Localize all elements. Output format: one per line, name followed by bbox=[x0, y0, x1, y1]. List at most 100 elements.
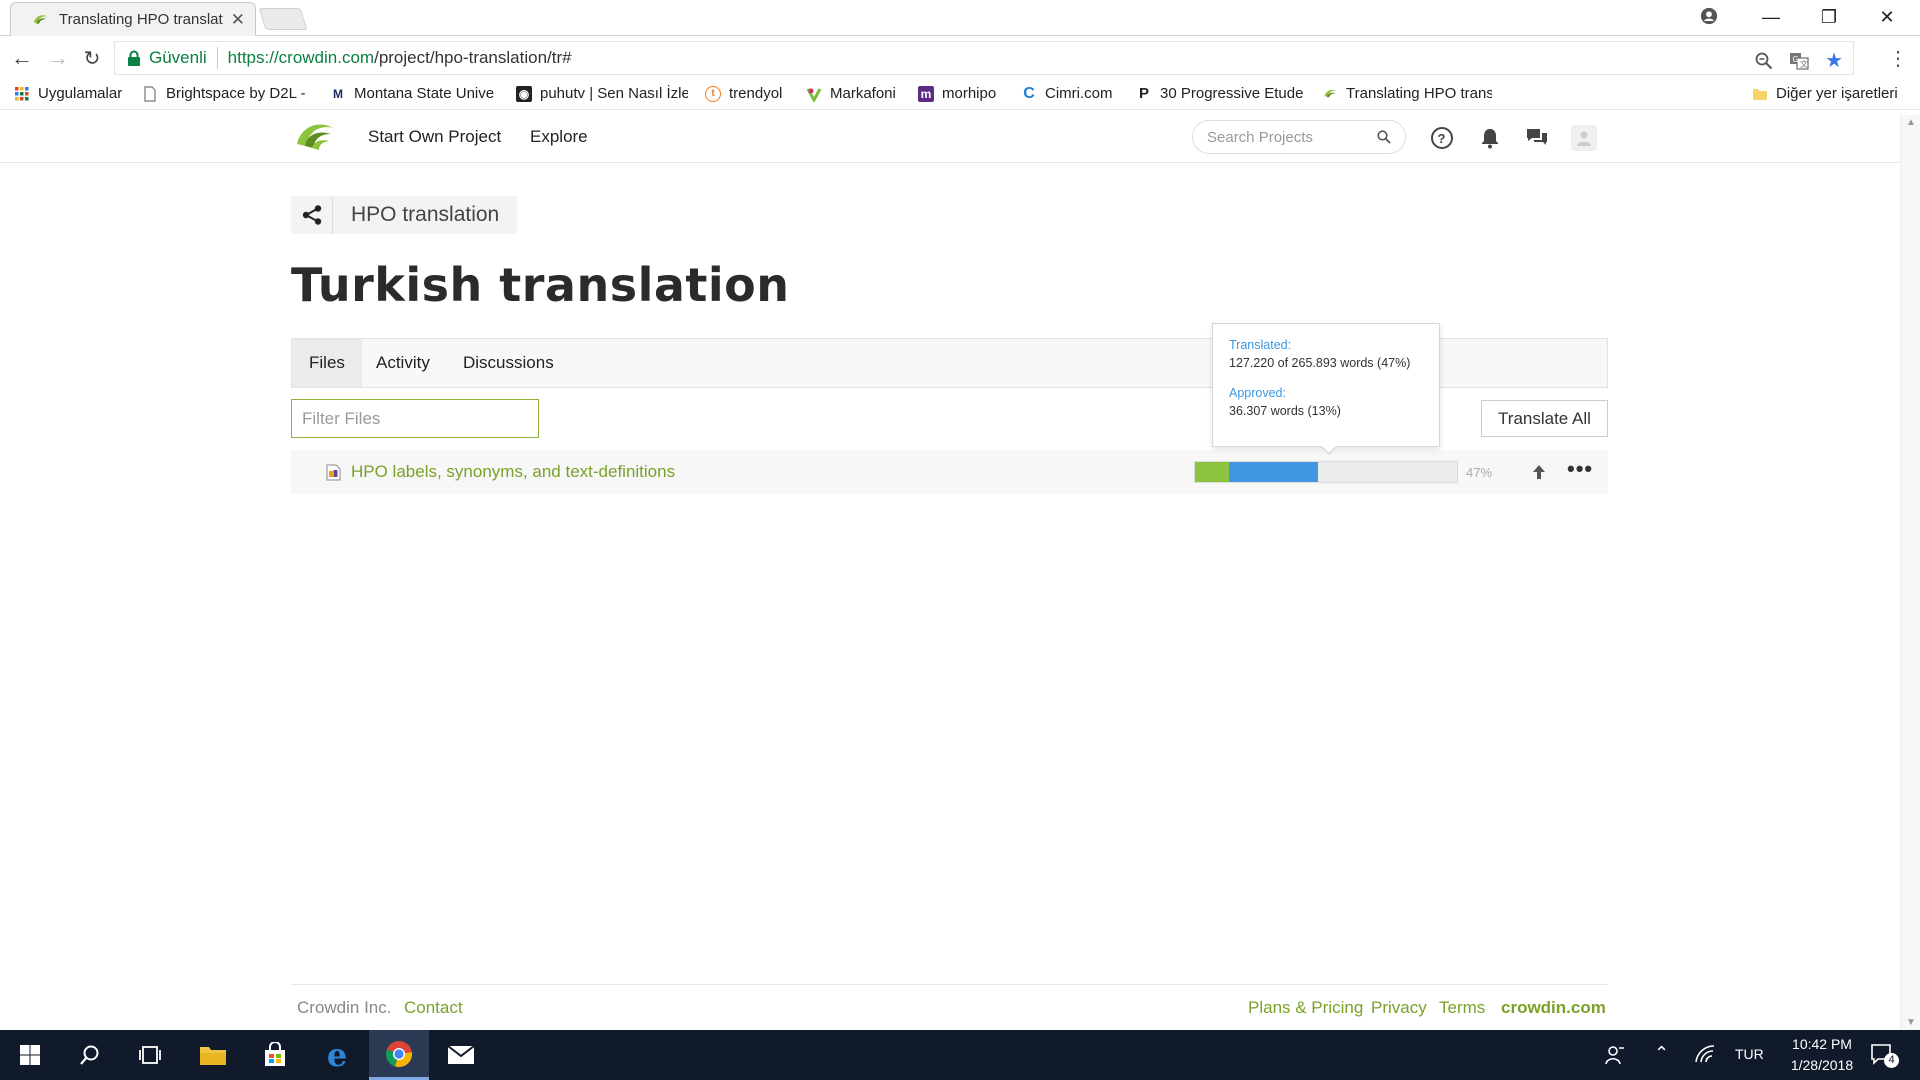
scroll-down-icon[interactable]: ▼ bbox=[1906, 1017, 1916, 1028]
bookmark-montana-state[interactable]: M Montana State Unive bbox=[330, 85, 500, 102]
start-own-project-link[interactable]: Start Own Project bbox=[368, 127, 501, 147]
bookmark-label: Translating HPO trans bbox=[1346, 85, 1492, 102]
breadcrumb-project-link[interactable]: HPO translation bbox=[333, 203, 517, 227]
tab-files[interactable]: Files bbox=[292, 339, 362, 387]
browser-toolbar: ← → ↻ Güvenli https://crowdin.com /proje… bbox=[0, 36, 1920, 80]
search-projects-box bbox=[1192, 120, 1406, 154]
bookmark-brightspace[interactable]: Brightspace by D2L - bbox=[142, 85, 307, 102]
messages-icon[interactable] bbox=[1524, 125, 1550, 151]
profile-icon[interactable] bbox=[1700, 7, 1718, 25]
help-icon[interactable]: ? bbox=[1429, 125, 1455, 151]
bookmark-cimri[interactable]: C Cimri.com bbox=[1021, 85, 1112, 102]
bookmark-apps[interactable]: Uygulamalar bbox=[14, 85, 122, 102]
browser-menu-icon[interactable]: ⋮ bbox=[1888, 46, 1908, 71]
page-scrollbar[interactable]: ▲ ▼ bbox=[1900, 115, 1920, 1030]
bookmark-other-folder[interactable]: Diğer yer işaretleri bbox=[1752, 85, 1898, 102]
action-center-icon[interactable]: 4 bbox=[1870, 1043, 1899, 1072]
zoom-icon[interactable] bbox=[1755, 52, 1773, 70]
new-tab-button[interactable] bbox=[258, 8, 308, 30]
tooltip-translated-value: 127.220 of 265.893 words (47%) bbox=[1229, 356, 1411, 370]
markafoni-icon bbox=[806, 87, 822, 102]
footer-brand-link[interactable]: crowdin.com bbox=[1501, 998, 1606, 1018]
back-icon[interactable]: ← bbox=[8, 44, 36, 72]
footer-contact-link[interactable]: Contact bbox=[404, 998, 463, 1018]
search-projects-input[interactable] bbox=[1207, 128, 1377, 146]
bookmark-markafoni[interactable]: Markafoni bbox=[806, 85, 896, 102]
translate-all-button[interactable]: Translate All bbox=[1481, 400, 1608, 437]
file-type-icon bbox=[326, 464, 341, 481]
forward-icon[interactable]: → bbox=[44, 44, 72, 72]
progressive-etude-icon: P bbox=[1138, 85, 1149, 102]
mail-icon[interactable] bbox=[431, 1030, 491, 1080]
clock-time[interactable]: 10:42 PM bbox=[1782, 1036, 1862, 1052]
bookmark-label: Diğer yer işaretleri bbox=[1776, 85, 1898, 102]
tooltip-arrow-inner bbox=[1321, 445, 1337, 453]
minimize-button[interactable]: — bbox=[1742, 0, 1800, 34]
chrome-taskbar-icon[interactable] bbox=[369, 1030, 429, 1080]
page-icon bbox=[144, 85, 156, 102]
address-bar[interactable]: Güvenli https://crowdin.com /project/hpo… bbox=[114, 41, 1854, 75]
browser-tab[interactable]: Translating HPO translati ✕ bbox=[10, 2, 256, 36]
translation-progress-bar[interactable] bbox=[1194, 461, 1458, 483]
footer-terms-link[interactable]: Terms bbox=[1439, 998, 1485, 1018]
share-icon[interactable] bbox=[291, 196, 333, 234]
microsoft-store-icon[interactable] bbox=[245, 1030, 305, 1080]
crowdin-header: Start Own Project Explore ? bbox=[0, 115, 1900, 163]
edge-browser-icon[interactable]: e bbox=[307, 1030, 367, 1080]
tooltip-approved-label: Approved: bbox=[1229, 386, 1286, 400]
close-tab-icon[interactable]: ✕ bbox=[231, 10, 245, 30]
bookmark-star-icon[interactable]: ★ bbox=[1825, 48, 1843, 73]
tab-activity[interactable]: Activity bbox=[359, 339, 447, 387]
secure-label: Güvenli bbox=[149, 48, 207, 67]
cimri-icon: C bbox=[1023, 85, 1035, 102]
taskbar-search-icon[interactable] bbox=[60, 1030, 120, 1080]
reload-icon[interactable]: ↻ bbox=[78, 44, 106, 72]
explore-link[interactable]: Explore bbox=[530, 127, 588, 147]
bookmark-trendyol[interactable]: t trendyol bbox=[705, 85, 782, 102]
trendyol-icon: t bbox=[705, 85, 721, 102]
browser-tab-title: Translating HPO translati bbox=[59, 11, 223, 28]
footer-plans-link[interactable]: Plans & Pricing bbox=[1248, 998, 1363, 1018]
scroll-up-icon[interactable]: ▲ bbox=[1906, 117, 1916, 128]
file-explorer-icon[interactable] bbox=[183, 1030, 243, 1080]
folder-icon bbox=[1753, 88, 1767, 100]
omnibox-divider bbox=[216, 47, 218, 69]
footer-privacy-link[interactable]: Privacy bbox=[1371, 998, 1427, 1018]
bookmark-puhutv[interactable]: ◉ puhutv | Sen Nasıl İzle bbox=[516, 85, 688, 102]
show-hidden-icons-chevron-icon[interactable]: ⌃ bbox=[1654, 1043, 1669, 1064]
task-view-icon[interactable] bbox=[120, 1030, 180, 1080]
bookmark-morhipo[interactable]: m morhipo bbox=[918, 85, 996, 102]
user-avatar-icon[interactable] bbox=[1571, 125, 1597, 151]
filter-files-input[interactable] bbox=[291, 399, 539, 438]
tab-discussions[interactable]: Discussions bbox=[446, 339, 571, 387]
url-path: /project/hpo-translation/tr# bbox=[374, 48, 572, 67]
file-row: HPO labels, synonyms, and text-definitio… bbox=[291, 450, 1608, 494]
breadcrumb: HPO translation bbox=[291, 196, 518, 234]
wifi-icon[interactable] bbox=[1694, 1044, 1716, 1069]
close-window-button[interactable]: ✕ bbox=[1858, 0, 1916, 34]
footer-company: Crowdin Inc. bbox=[297, 998, 392, 1017]
upload-arrow-icon[interactable] bbox=[1529, 462, 1549, 482]
bookmark-translating-hpo[interactable]: Translating HPO trans bbox=[1322, 85, 1492, 102]
svg-text:?: ? bbox=[1438, 131, 1446, 146]
search-icon[interactable] bbox=[1377, 130, 1391, 144]
translated-progress-fill bbox=[1229, 462, 1319, 482]
tooltip-translated-label: Translated: bbox=[1229, 338, 1292, 352]
crowdin-logo-icon[interactable] bbox=[293, 118, 337, 156]
tooltip-approved-value: 36.307 words (13%) bbox=[1229, 404, 1341, 418]
progress-tooltip: Translated: 127.220 of 265.893 words (47… bbox=[1212, 323, 1440, 447]
more-options-icon[interactable]: ••• bbox=[1567, 456, 1593, 482]
montana-state-icon: M bbox=[333, 86, 343, 101]
translate-page-icon[interactable]: G 文 bbox=[1789, 52, 1809, 70]
bookmark-progressive-etude[interactable]: P 30 Progressive Etude bbox=[1136, 85, 1304, 102]
clock-date[interactable]: 1/28/2018 bbox=[1782, 1057, 1862, 1073]
input-language[interactable]: TUR bbox=[1735, 1046, 1764, 1062]
bookmark-label: Montana State Unive bbox=[354, 85, 495, 102]
people-icon[interactable] bbox=[1604, 1044, 1626, 1071]
notifications-bell-icon[interactable] bbox=[1477, 125, 1503, 151]
file-name-link[interactable]: HPO labels, synonyms, and text-definitio… bbox=[351, 462, 675, 482]
restore-button[interactable]: ❐ bbox=[1800, 0, 1858, 34]
notification-count-badge: 4 bbox=[1884, 1053, 1899, 1068]
windows-start-icon[interactable] bbox=[0, 1030, 60, 1080]
bookmark-label: morhipo bbox=[942, 85, 997, 102]
